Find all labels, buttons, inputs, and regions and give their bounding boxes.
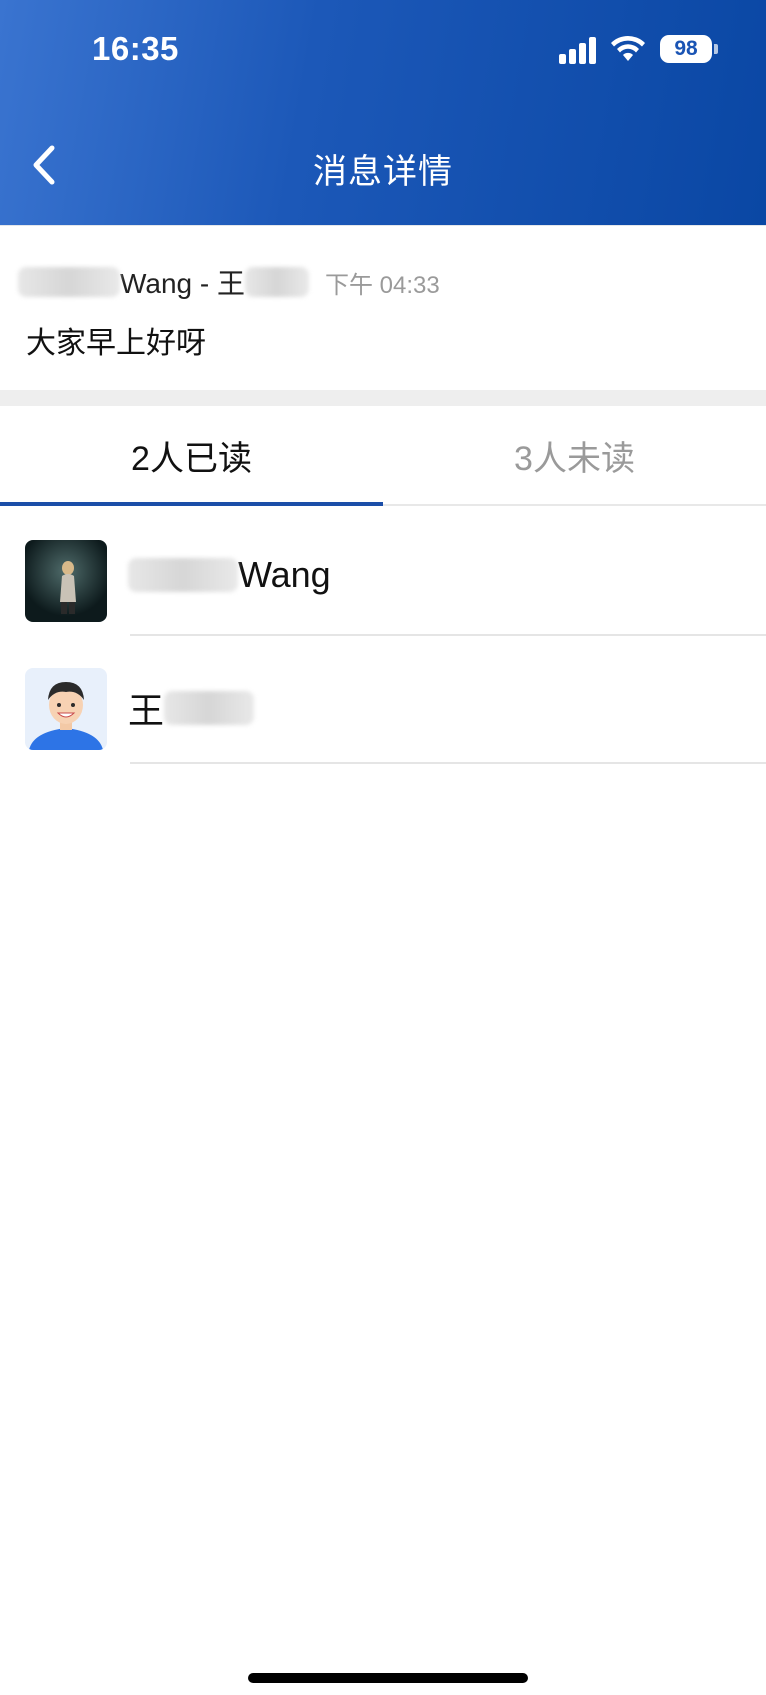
reader-name: Wang — [128, 554, 331, 596]
status-icons: 98 — [559, 34, 718, 64]
header-bar: 16:35 98 消息详情 — [0, 0, 766, 225]
tab-read[interactable]: 2人已读 — [0, 406, 383, 506]
redacted-text — [164, 691, 255, 725]
home-indicator — [248, 1673, 528, 1683]
list-item[interactable]: Wang — [0, 508, 766, 636]
read-status-tabs: 2人已读 3人未读 — [0, 406, 766, 506]
avatar — [25, 668, 107, 750]
list-item[interactable]: 王 — [0, 636, 766, 764]
tab-unread[interactable]: 3人未读 — [383, 406, 766, 504]
message-header: Wang - 王 下午 04:33 — [18, 262, 440, 302]
message-time: 下午 04:33 — [325, 271, 440, 299]
avatar — [25, 540, 107, 622]
cellular-signal-icon — [559, 34, 596, 64]
reader-name: 王 — [128, 682, 255, 734]
battery-level: 98 — [660, 35, 712, 63]
row-divider — [130, 762, 766, 764]
page-title: 消息详情 — [313, 153, 453, 191]
reader-list: Wang 王 — [0, 508, 766, 764]
battery-icon: 98 — [660, 35, 718, 63]
message-card: Wang - 王 下午 04:33 大家早上好呀 — [0, 225, 766, 390]
redacted-text — [245, 267, 309, 297]
message-sender: Wang - 王 — [120, 268, 245, 299]
redacted-text — [18, 267, 120, 297]
message-content: 大家早上好呀 — [26, 327, 206, 360]
section-divider — [0, 390, 766, 406]
status-time: 16:35 — [92, 30, 179, 67]
wifi-icon — [610, 35, 646, 63]
redacted-text — [128, 558, 238, 592]
